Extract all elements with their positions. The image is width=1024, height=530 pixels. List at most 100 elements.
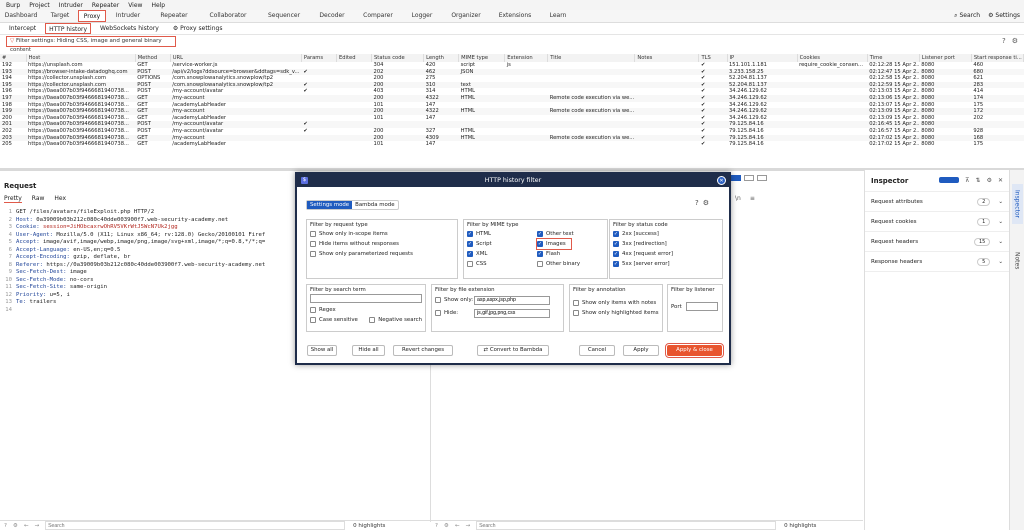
table-row[interactable]: 200 https://0aea007b03f9466681940738... GE… xyxy=(0,115,1024,122)
checkbox-item[interactable]: ✓ 4xx [request error] xyxy=(613,249,722,259)
gear-icon[interactable]: ⚙ xyxy=(444,523,449,529)
tab-comparer[interactable]: Comparer xyxy=(354,10,402,22)
request-search-input[interactable] xyxy=(45,521,346,530)
menu-item[interactable]: View xyxy=(128,2,142,9)
search-term-input[interactable] xyxy=(310,294,422,303)
column-header[interactable]: TLS xyxy=(698,54,728,62)
settings-mode-tab[interactable]: Settings mode xyxy=(307,201,353,209)
checkbox-item[interactable]: Hide items without responses xyxy=(310,239,457,249)
column-header[interactable]: Cookies xyxy=(797,54,868,62)
checkbox-item[interactable]: Show only items with notes xyxy=(573,298,662,308)
checkbox-item[interactable]: ✓ 3xx [redirection] xyxy=(613,239,722,249)
table-row[interactable]: 202 https://0aea007b03f9466681940738... PO… xyxy=(0,128,1024,135)
tab-target[interactable]: Target xyxy=(42,10,78,22)
layout-split-icon[interactable] xyxy=(731,175,741,181)
tab-proxy[interactable]: Proxy xyxy=(78,10,106,22)
sort-icon[interactable]: ⇅ xyxy=(976,177,981,184)
table-row[interactable]: 203 https://0aea007b03f9466681940738... GE… xyxy=(0,134,1024,142)
wrap-icon[interactable]: \n xyxy=(735,195,741,202)
apply-button[interactable]: Apply xyxy=(623,345,659,356)
column-header[interactable]: Host xyxy=(26,54,136,62)
checkbox-item[interactable]: Show only parameterized requests xyxy=(310,249,457,259)
column-header[interactable]: IP xyxy=(727,54,798,62)
column-header[interactable]: Start response ti... xyxy=(971,54,1024,62)
back-icon[interactable]: ← xyxy=(24,523,29,529)
column-header[interactable]: Status code xyxy=(371,54,425,62)
column-header[interactable]: Edited xyxy=(336,54,373,62)
gear-icon[interactable]: ⚙ xyxy=(1012,37,1018,45)
tab-hex[interactable]: Hex xyxy=(54,195,66,203)
checkbox-negative-search[interactable]: Negative search xyxy=(369,315,422,325)
cancel-button[interactable]: Cancel xyxy=(579,345,615,356)
close-icon[interactable]: ✕ xyxy=(717,176,726,185)
forward-icon[interactable]: → xyxy=(465,523,470,529)
bambda-mode-tab[interactable]: Bambda mode xyxy=(352,201,397,209)
tab-decoder[interactable]: Decoder xyxy=(310,10,354,22)
column-header[interactable]: # xyxy=(0,54,27,62)
checkbox-item[interactable]: ✓ Other text xyxy=(537,229,607,239)
help-icon[interactable]: ? xyxy=(695,199,699,207)
help-icon[interactable]: ? xyxy=(435,523,438,529)
menu-item[interactable]: Help xyxy=(151,2,165,9)
table-row[interactable]: 193 https://browser-intake-datadoghq.com P… xyxy=(0,68,1024,76)
menu-item[interactable]: Burp xyxy=(6,2,20,9)
table-row[interactable]: 195 https://collector.unsplash.com POST/co… xyxy=(0,81,1024,89)
request-editor[interactable]: 1 GET /files/avatars/fileExploit.php HTTP… xyxy=(2,209,294,314)
column-header[interactable]: Title xyxy=(547,54,636,62)
convert-to-bambda-button[interactable]: ⇄ Convert to Bambda xyxy=(477,345,549,356)
inspector-section[interactable]: Response headers 5 ⌄ xyxy=(865,252,1009,272)
layout-horizontal-icon[interactable] xyxy=(744,175,754,181)
show-all-button[interactable]: Show all xyxy=(307,345,337,356)
table-row[interactable]: 192 https://unsplash.com GET/service-worke… xyxy=(0,62,1024,69)
tab-raw[interactable]: Raw xyxy=(32,195,45,203)
search-button[interactable]: ⌕ Search xyxy=(954,12,980,20)
table-row[interactable]: 201 https://0aea007b03f9466681940738... PO… xyxy=(0,121,1024,128)
help-icon[interactable]: ? xyxy=(4,523,7,529)
checkbox-item[interactable]: ✓ Script xyxy=(467,239,537,249)
gear-icon[interactable]: ⚙ xyxy=(703,199,709,207)
checkbox-item[interactable]: Other binary xyxy=(537,259,607,269)
tab-sequencer[interactable]: Sequencer xyxy=(258,10,310,22)
help-icon[interactable]: ? xyxy=(1002,37,1006,45)
checkbox-case-sensitive[interactable]: Case sensitive xyxy=(310,315,358,325)
table-row[interactable]: 198 https://0aea007b03f9466681940738... GE… xyxy=(0,102,1024,109)
column-header[interactable]: Length xyxy=(423,54,460,62)
column-header[interactable]: MIME type xyxy=(458,54,506,62)
tab-extensions[interactable]: Extensions xyxy=(490,10,540,22)
tab-logger[interactable]: Logger xyxy=(402,10,442,22)
gear-icon[interactable]: ⚙ xyxy=(13,523,18,529)
menu-icon[interactable]: ≡ xyxy=(750,195,755,202)
response-search-input[interactable] xyxy=(476,521,777,530)
inspector-section[interactable]: Request headers 15 ⌄ xyxy=(865,232,1009,252)
table-row[interactable]: 196 https://0aea007b03f9466681940738... PO… xyxy=(0,88,1024,95)
checkbox-item[interactable]: Show only highlighted items xyxy=(573,308,662,318)
column-header[interactable]: Time xyxy=(867,54,920,62)
tab-websockets-history[interactable]: WebSockets history xyxy=(97,23,162,34)
show-only-ext-input[interactable] xyxy=(474,295,550,305)
tab-learn[interactable]: Learn xyxy=(540,10,576,22)
port-input[interactable] xyxy=(685,302,718,311)
apply-and-close-button[interactable]: Apply & close xyxy=(665,343,724,358)
tab-notes-side[interactable]: Notes xyxy=(1012,248,1023,273)
menu-item[interactable]: Project xyxy=(29,2,50,9)
checkbox-item[interactable]: ✓ Flash xyxy=(537,249,607,259)
checkbox-show-only[interactable] xyxy=(435,297,441,303)
tab-inspector-side[interactable]: Inspector xyxy=(1011,184,1023,224)
column-header[interactable]: URL xyxy=(170,54,302,62)
hide-all-button[interactable]: Hide all xyxy=(352,345,385,356)
column-header[interactable]: Params xyxy=(301,54,337,62)
inspector-section[interactable]: Request attributes 2 ⌄ xyxy=(865,192,1009,212)
align-icon[interactable]: ⊼ xyxy=(965,177,969,184)
forward-icon[interactable]: → xyxy=(34,523,39,529)
column-header[interactable]: Method xyxy=(135,54,171,62)
column-header[interactable]: Extension xyxy=(504,54,549,62)
back-icon[interactable]: ← xyxy=(455,523,460,529)
close-icon[interactable]: ✕ xyxy=(998,177,1003,184)
hide-ext-input[interactable] xyxy=(474,308,550,318)
inspector-section[interactable]: Request cookies 1 ⌄ xyxy=(865,212,1009,232)
checkbox-hide[interactable] xyxy=(435,310,441,316)
table-row[interactable]: 205 https://0aea007b03f9466681940738... GE… xyxy=(0,141,1024,148)
revert-changes-button[interactable]: Revert changes xyxy=(393,345,453,356)
table-row[interactable]: 199 https://0aea007b03f9466681940738... GE… xyxy=(0,108,1024,115)
gear-icon[interactable]: ⚙ xyxy=(987,177,992,184)
